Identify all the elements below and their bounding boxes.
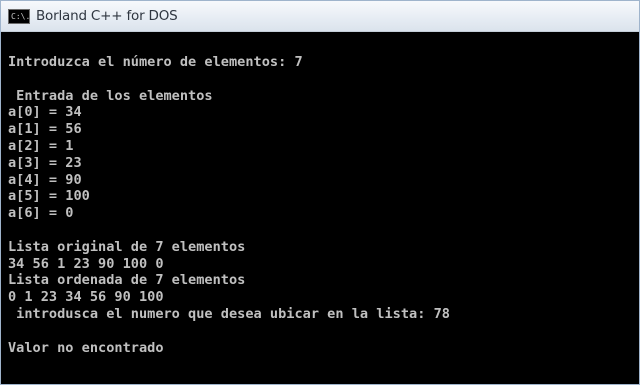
console-line: a[3] = 23	[8, 154, 82, 171]
console-output[interactable]: Introduzca el número de elementos: 7 Ent…	[1, 32, 639, 384]
console-line: Entrada de los elementos	[8, 87, 213, 104]
console-line: a[0] = 34	[8, 104, 82, 121]
console-window-icon[interactable]: C:\.	[8, 9, 30, 24]
console-line: Valor no encontrado	[8, 339, 164, 356]
console-line: a[4] = 90	[8, 171, 82, 188]
console-line: a[1] = 56	[8, 121, 82, 138]
console-line: 0 1 23 34 56 90 100	[8, 289, 164, 306]
console-line: a[5] = 100	[8, 188, 90, 205]
console-window: C:\. Borland C++ for DOS Introduzca el n…	[0, 0, 640, 385]
window-title: Borland C++ for DOS	[36, 8, 178, 24]
console-line: Lista original de 7 elementos	[8, 238, 246, 255]
console-line: 34 56 1 23 90 100 0	[8, 255, 164, 272]
console-line: a[6] = 0	[8, 205, 74, 222]
title-bar[interactable]: C:\. Borland C++ for DOS	[1, 1, 639, 32]
console-line: Lista ordenada de 7 elementos	[8, 272, 246, 289]
console-line: introdusca el numero que desea ubicar en…	[8, 305, 450, 322]
console-line: Introduzca el número de elementos: 7	[8, 54, 303, 70]
console-line: a[2] = 1	[8, 137, 74, 154]
